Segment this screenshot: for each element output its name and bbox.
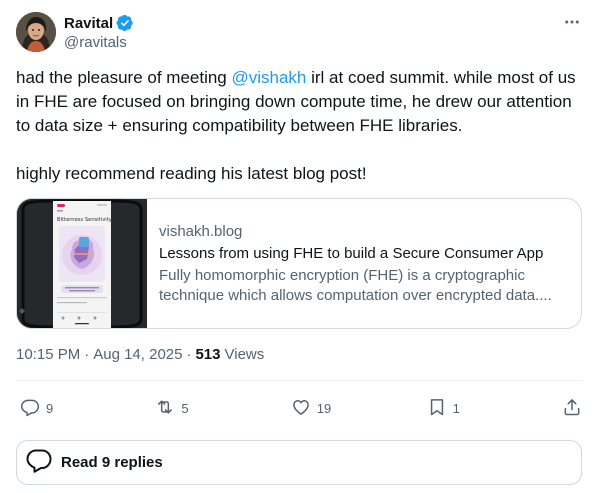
share-button[interactable] — [562, 397, 582, 420]
tweet-meta: 10:15 PM · Aug 14, 2025 · 513 Views — [16, 346, 264, 363]
speech-bubble-icon — [25, 446, 53, 479]
more-options-icon[interactable] — [562, 12, 582, 32]
tweet-paragraph-1: had the pleasure of meeting @vishakh irl… — [16, 66, 582, 138]
card-domain: vishakh.blog — [159, 222, 243, 240]
action-bar: 9 5 19 1 — [20, 396, 582, 420]
tweet-paragraph-2: highly recommend reading his latest blog… — [16, 164, 367, 183]
avatar[interactable] — [16, 12, 56, 52]
author-info: Ravital @ravitals — [64, 13, 134, 51]
reply-icon — [20, 397, 40, 420]
divider — [16, 380, 582, 381]
author-handle[interactable]: @ravitals — [64, 34, 134, 51]
read-replies-label: Read 9 replies — [61, 454, 163, 471]
tweet-header: Ravital @ravitals — [16, 12, 582, 54]
card-thumbnail: Bitterness Sensitivity — [17, 199, 147, 328]
views-label: Views — [224, 346, 265, 363]
thumb-heading: Bitterness Sensitivity — [57, 217, 112, 223]
reply-button[interactable]: 9 — [20, 397, 60, 420]
reply-count: 9 — [46, 400, 54, 416]
share-icon — [562, 397, 582, 420]
verified-badge-icon[interactable] — [116, 14, 134, 32]
link-preview-card[interactable]: Bitterness Sensitivity vishakh.blog Less… — [16, 198, 582, 329]
tweet-date[interactable]: Aug 14, 2025 — [93, 346, 182, 363]
mention-link[interactable]: @vishakh — [231, 68, 306, 87]
views-count: 513 — [195, 346, 221, 363]
author-display-name[interactable]: Ravital — [64, 15, 113, 32]
bookmark-count: 1 — [452, 400, 460, 416]
tweet-text-segment: had the pleasure of meeting — [16, 68, 232, 87]
read-replies-button[interactable]: Read 9 replies — [16, 440, 582, 485]
tweet-text: had the pleasure of meeting @vishakh irl… — [16, 66, 582, 186]
repost-count: 5 — [181, 400, 189, 416]
tweet-time[interactable]: 10:15 PM — [16, 346, 80, 363]
bookmark-icon — [427, 397, 447, 420]
bookmark-button[interactable]: 1 — [427, 397, 467, 420]
like-button[interactable]: 19 — [291, 397, 331, 420]
repost-icon — [155, 397, 175, 420]
card-body: vishakh.blog Lessons from using FHE to b… — [147, 199, 581, 328]
meta-separator: · — [186, 346, 192, 363]
repost-button[interactable]: 5 — [155, 397, 195, 420]
card-description: Fully homomorphic encryption (FHE) is a … — [159, 266, 552, 304]
meta-separator: · — [84, 346, 90, 363]
like-count: 19 — [316, 400, 332, 416]
card-title: Lessons from using FHE to build a Secure… — [159, 244, 544, 262]
heart-icon — [291, 397, 311, 420]
